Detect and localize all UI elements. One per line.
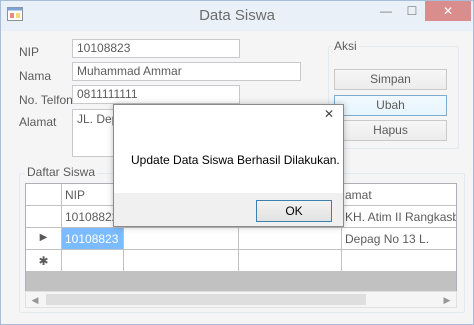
message-dialog: ✕ Update Data Siswa Berhasil Dilakukan. … [113,104,344,227]
dialog-close-button[interactable]: ✕ [317,106,341,122]
dialog-title-bar: ✕ [114,105,343,123]
dialog-message: Update Data Siswa Berhasil Dilakukan. [131,153,340,167]
dialog-footer: OK [114,193,343,226]
ok-button[interactable]: OK [256,200,332,222]
